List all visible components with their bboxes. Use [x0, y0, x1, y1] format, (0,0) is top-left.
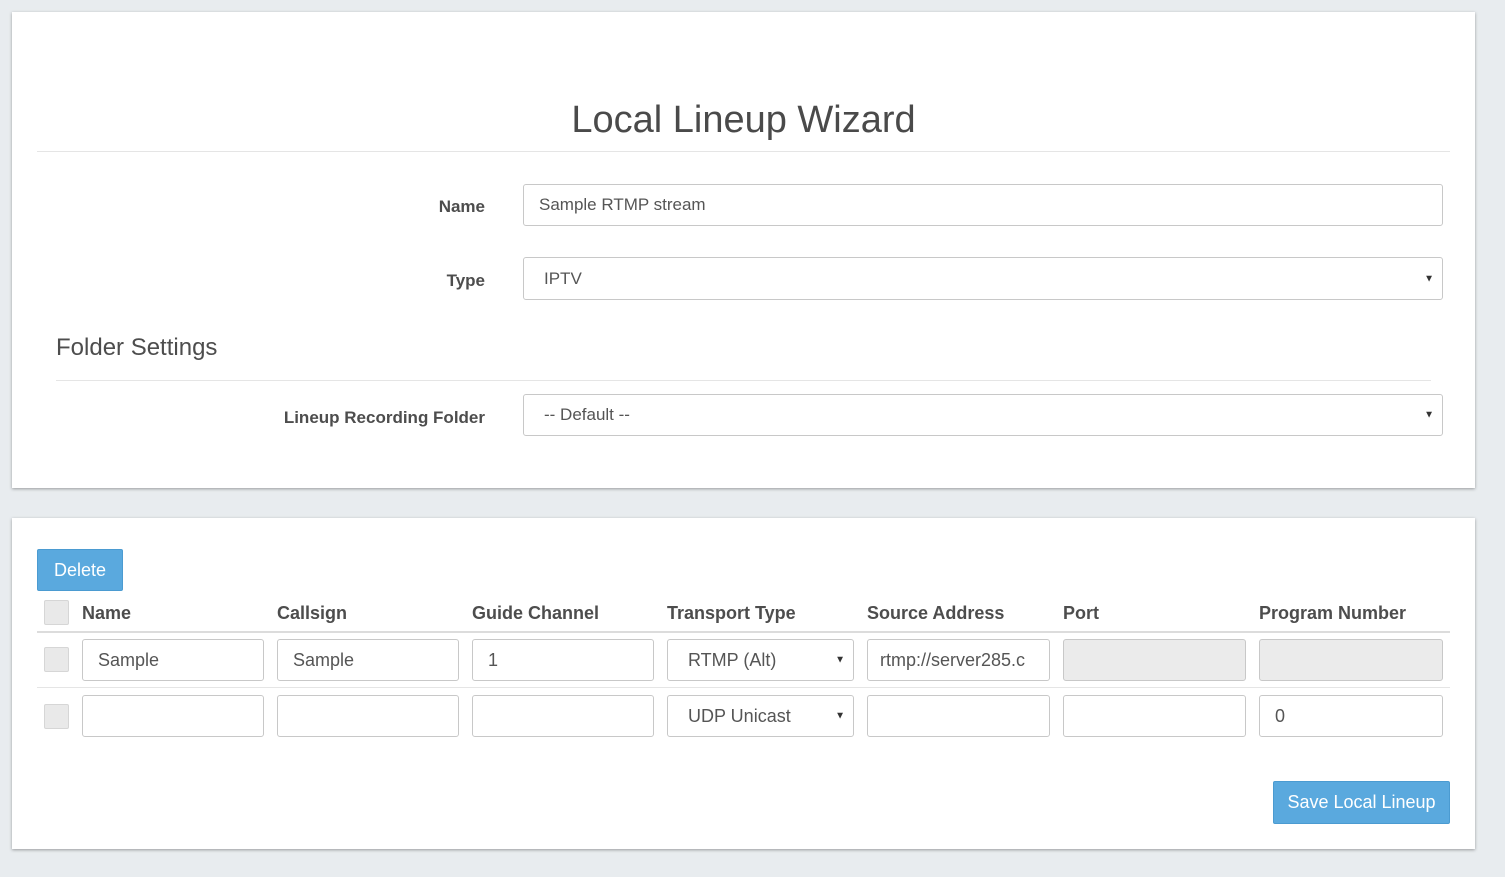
column-header-transport-type: Transport Type: [667, 603, 796, 623]
transport-type-value: RTMP (Alt): [688, 649, 777, 670]
page-title: Local Lineup Wizard: [571, 99, 916, 141]
folder-divider: [56, 380, 1431, 381]
row-checkbox[interactable]: [44, 647, 69, 672]
column-header-port: Port: [1063, 603, 1099, 623]
guide-channel-input[interactable]: [472, 639, 654, 681]
select-all-checkbox[interactable]: [44, 600, 69, 625]
type-select[interactable]: IPTV ▼: [523, 257, 1443, 300]
wizard-card: Local Lineup Wizard Name Type IPTV ▼ Fol…: [12, 12, 1475, 488]
program-number-input: [1259, 639, 1443, 681]
row-divider: [37, 687, 1450, 688]
channel-name-input[interactable]: [82, 639, 264, 681]
source-address-input[interactable]: [867, 639, 1050, 681]
name-label: Name: [438, 197, 485, 216]
chevron-down-icon: ▼: [1424, 409, 1434, 421]
title-divider: [37, 151, 1450, 152]
name-input[interactable]: [523, 184, 1443, 226]
folder-select-value: -- Default --: [544, 405, 630, 424]
folder-select[interactable]: -- Default -- ▼: [523, 394, 1443, 436]
column-header-program-number: Program Number: [1259, 603, 1407, 623]
callsign-input[interactable]: [277, 695, 459, 737]
column-header-name: Name: [82, 603, 132, 623]
chevron-down-icon: ▼: [835, 654, 845, 666]
source-address-input[interactable]: [867, 695, 1050, 737]
type-label: Type: [446, 271, 485, 290]
delete-button[interactable]: Delete: [37, 549, 123, 591]
column-header-guide-channel: Guide Channel: [472, 603, 600, 623]
transport-type-select[interactable]: UDP Unicast ▼: [667, 695, 854, 737]
chevron-down-icon: ▼: [835, 710, 845, 722]
row-checkbox[interactable]: [44, 704, 69, 729]
channel-name-input[interactable]: [82, 695, 264, 737]
save-local-lineup-button[interactable]: Save Local Lineup: [1273, 781, 1450, 824]
column-header-callsign: Callsign: [277, 603, 348, 623]
folder-label: Lineup Recording Folder: [283, 408, 485, 427]
column-header-source-address: Source Address: [867, 603, 1005, 623]
port-input: [1063, 639, 1246, 681]
folder-settings-heading: Folder Settings: [56, 334, 218, 361]
lineup-table-card: Delete Name Callsign Guide Channel Trans…: [12, 518, 1475, 849]
guide-channel-input[interactable]: [472, 695, 654, 737]
callsign-input[interactable]: [277, 639, 459, 681]
chevron-down-icon: ▼: [1424, 273, 1434, 284]
transport-type-select[interactable]: RTMP (Alt) ▼: [667, 639, 854, 681]
type-select-value: IPTV: [544, 268, 582, 288]
program-number-input[interactable]: [1259, 695, 1443, 737]
transport-type-value: UDP Unicast: [688, 705, 791, 726]
table-header-divider: [37, 631, 1450, 633]
port-input[interactable]: [1063, 695, 1246, 737]
